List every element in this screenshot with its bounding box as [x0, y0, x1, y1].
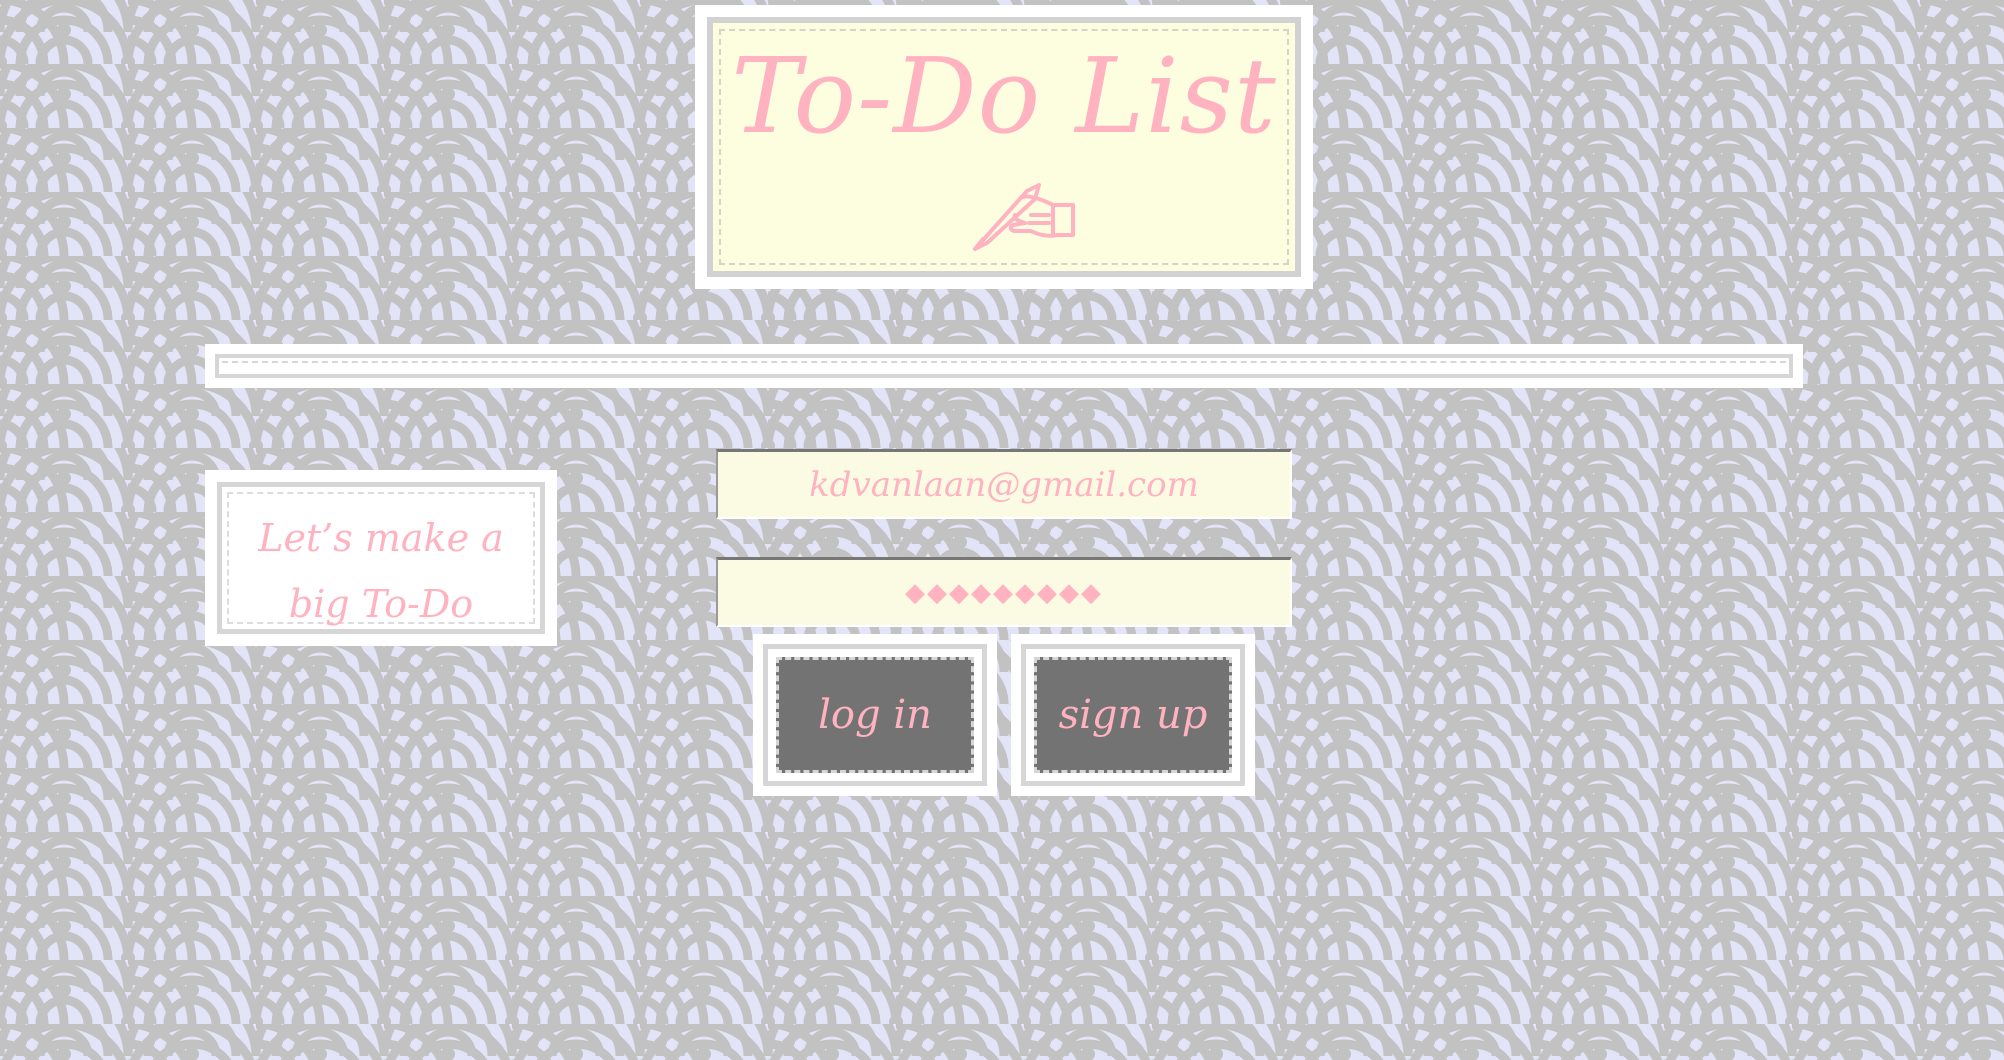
login-button-border: log in [763, 644, 987, 786]
login-button-label: log in [818, 692, 932, 738]
signup-button[interactable]: sign up [1034, 657, 1232, 773]
tagline-card-inner: Let’s make a big To-Do [217, 482, 545, 634]
page-title: To-Do List [731, 35, 1277, 157]
title-card: To-Do List [695, 5, 1313, 289]
login-button-frame: log in [753, 634, 997, 796]
divider-bar-inner [215, 354, 1793, 378]
divider-bar [205, 344, 1803, 388]
tagline-text: Let’s make a big To-Do [258, 516, 504, 626]
login-button[interactable]: log in [776, 657, 974, 773]
signup-button-border: sign up [1021, 644, 1245, 786]
writing-hand-icon [973, 183, 1075, 251]
tagline-card: Let’s make a big To-Do [205, 470, 557, 646]
password-field-value: ◆◆◆◆◆◆◆◆◆ [905, 577, 1103, 608]
email-field[interactable]: kdvanlaan@gmail.com [716, 449, 1292, 519]
title-card-inner: To-Do List [707, 17, 1301, 277]
password-field[interactable]: ◆◆◆◆◆◆◆◆◆ [716, 557, 1292, 627]
email-field-value: kdvanlaan@gmail.com [809, 464, 1199, 505]
signup-button-frame: sign up [1011, 634, 1255, 796]
signup-button-label: sign up [1058, 692, 1208, 738]
